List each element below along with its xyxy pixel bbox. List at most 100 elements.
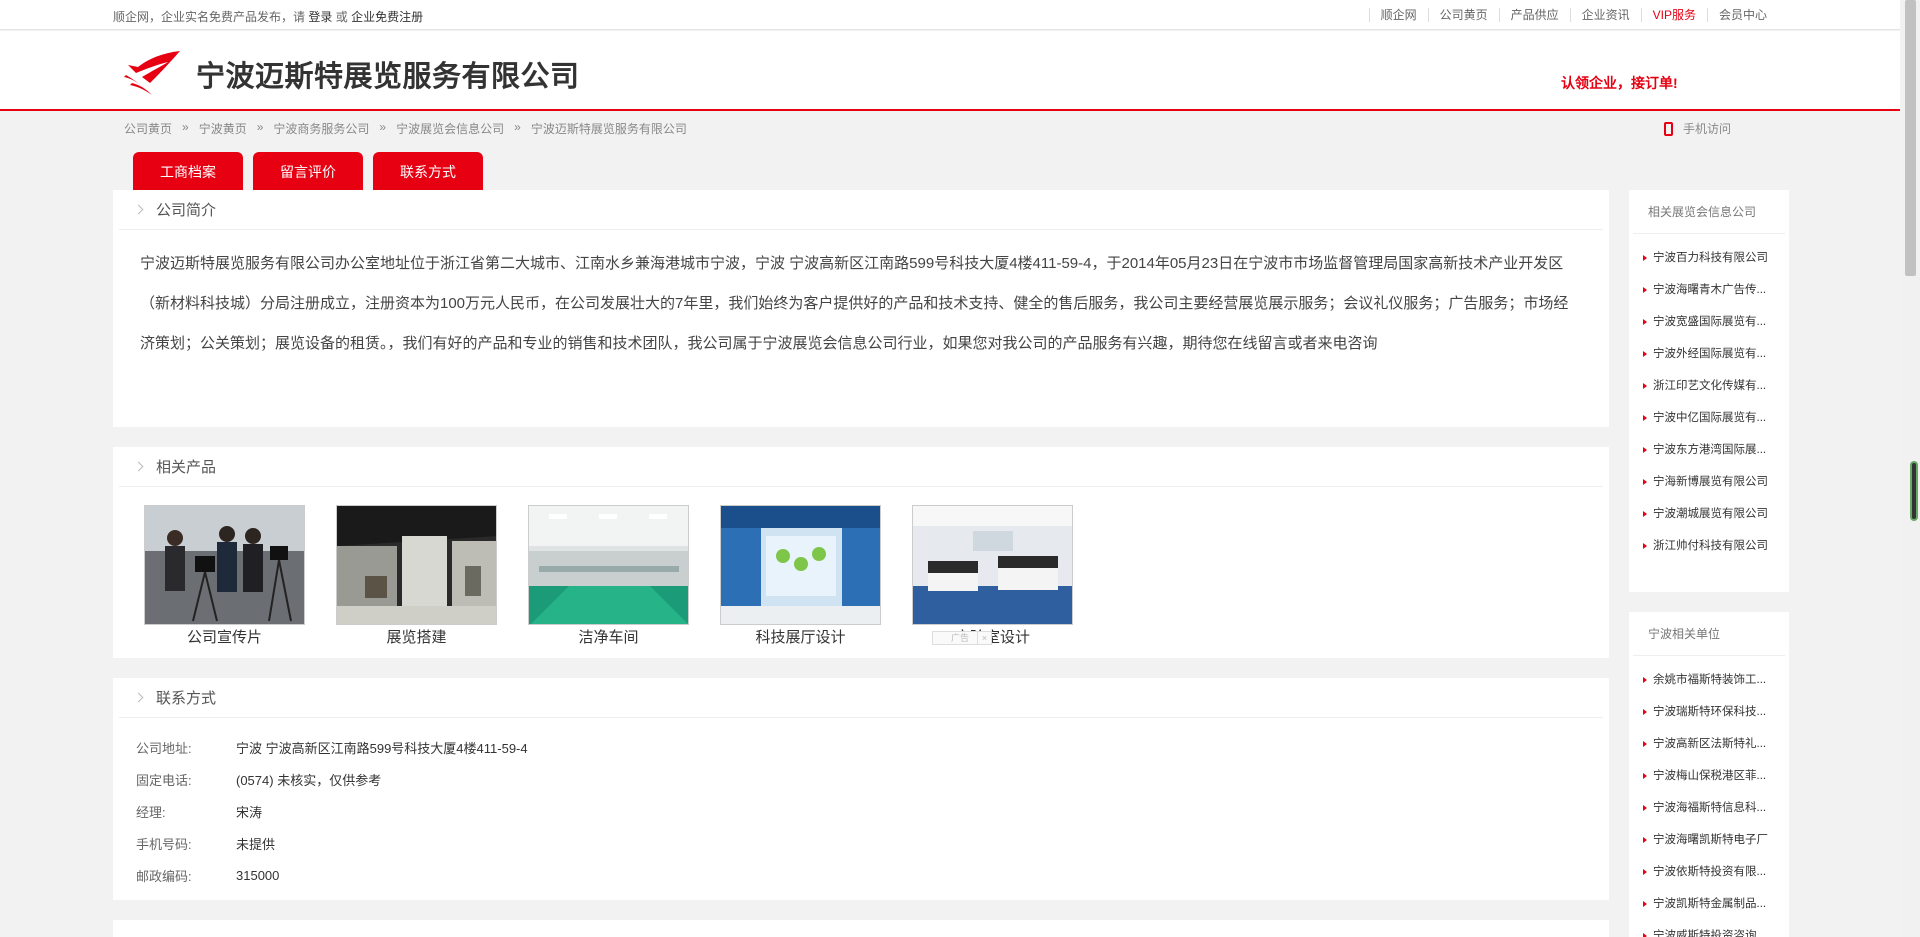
chevron-right-icon bbox=[133, 204, 144, 215]
mobile-access-link[interactable]: 手机访问 bbox=[1664, 120, 1731, 137]
product-caption[interactable]: 公司宣传片 bbox=[144, 626, 305, 647]
breadcrumb-item[interactable]: 宁波黄页 bbox=[199, 120, 247, 137]
breadcrumb-separator: » bbox=[514, 120, 521, 134]
laboratory-photo-icon[interactable] bbox=[912, 505, 1073, 625]
intro-panel: 公司简介 宁波迈斯特展览服务有限公司办公室地址位于浙江省第二大城市、江南水乡兼海… bbox=[113, 190, 1609, 427]
register-link[interactable]: 企业免费注册 bbox=[351, 10, 423, 24]
contact-info: 公司地址: 宁波 宁波高新区江南路599号科技大厦4楼411-59-4 固定电话… bbox=[113, 718, 1609, 891]
product-caption[interactable]: 科技展厅设计 bbox=[720, 626, 881, 647]
sidebar-unit-link[interactable]: 宁波梅山保税港区菲... bbox=[1629, 760, 1789, 792]
top-notice: 顺企网，企业实名免费产品发布，请 登录 或 企业免费注册 bbox=[113, 8, 423, 25]
product-caption[interactable]: 展览搭建 bbox=[336, 626, 497, 647]
sidebar-company-link[interactable]: 宁波潮城展览有限公司 bbox=[1629, 498, 1789, 530]
sidebar-company-link[interactable]: 浙江印艺文化传媒有... bbox=[1629, 370, 1789, 402]
sidebar-company-link[interactable]: 宁波百力科技有限公司 bbox=[1629, 242, 1789, 274]
claim-company-link[interactable]: 认领企业，接订单! bbox=[1561, 73, 1678, 93]
sidebar-company-link[interactable]: 宁波中亿国际展览有... bbox=[1629, 402, 1789, 434]
chevron-right-icon bbox=[133, 692, 144, 703]
sidebar-unit-link[interactable]: 宁波海曙凯斯特电子厂 bbox=[1629, 824, 1789, 856]
manager-value: 宋涛 bbox=[236, 804, 263, 820]
or-text: 或 bbox=[335, 10, 348, 24]
product-item[interactable]: 洁净车间 bbox=[528, 505, 689, 647]
breadcrumb-separator: » bbox=[182, 120, 189, 134]
scrollbar-thumb[interactable] bbox=[1905, 0, 1916, 276]
film-crew-photo-icon[interactable] bbox=[144, 505, 305, 625]
sidebar-related-companies: 相关展览会信息公司 宁波百力科技有限公司 宁波海曙青木广告传... 宁波宽盛国际… bbox=[1629, 190, 1789, 592]
chevron-right-icon bbox=[133, 461, 144, 472]
site-header: 宁波迈斯特展览服务有限公司 认领企业，接订单! bbox=[0, 31, 1900, 111]
sidebar-units-list: 余姚市福斯特装饰工... 宁波瑞斯特环保科技... 宁波高新区法斯特礼... 宁… bbox=[1629, 656, 1789, 937]
breadcrumb: 公司黄页 » 宁波黄页 » 宁波商务服务公司 » 宁波展览会信息公司 » 宁波迈… bbox=[124, 120, 687, 137]
breadcrumb-item[interactable]: 公司黄页 bbox=[124, 120, 172, 137]
sidebar-unit-link[interactable]: 宁波依斯特投资有限... bbox=[1629, 856, 1789, 888]
sidebar-unit-link[interactable]: 宁波威斯特投资咨询... bbox=[1629, 920, 1789, 937]
bird-logo-icon[interactable] bbox=[122, 47, 182, 97]
sidebar-unit-link[interactable]: 宁波瑞斯特环保科技... bbox=[1629, 696, 1789, 728]
product-item[interactable]: 公司宣传片 bbox=[144, 505, 305, 647]
product-item[interactable]: 实验室设计 bbox=[912, 505, 1073, 647]
sidebar-unit-link[interactable]: 宁波海福斯特信息科... bbox=[1629, 792, 1789, 824]
tech-hall-photo-icon[interactable] bbox=[720, 505, 881, 625]
sidebar-company-link[interactable]: 宁波外经国际展览有... bbox=[1629, 338, 1789, 370]
top-link-news[interactable]: 企业资讯 bbox=[1569, 8, 1641, 22]
products-panel: 相关产品 公司宣传片 展览搭建 洁净车间 科技展厅设计 实验室设计 bbox=[113, 447, 1609, 658]
contact-row: 手机号码: 未提供 bbox=[136, 827, 1609, 859]
breadcrumb-item[interactable]: 宁波展览会信息公司 bbox=[396, 120, 504, 137]
phone-value: (0574) 未核实，仅供参考 bbox=[236, 772, 382, 788]
sidebar-related-list: 宁波百力科技有限公司 宁波海曙青木广告传... 宁波宽盛国际展览有... 宁波外… bbox=[1629, 234, 1789, 562]
sidebar-unit-link[interactable]: 余姚市福斯特装饰工... bbox=[1629, 664, 1789, 696]
top-nav: 顺企网 公司黄页 产品供应 企业资讯 VIP服务 会员中心 bbox=[1368, 8, 1778, 22]
sidebar-unit-link[interactable]: 宁波高新区法斯特礼... bbox=[1629, 728, 1789, 760]
intro-header: 公司简介 bbox=[119, 190, 1603, 230]
company-title: 宁波迈斯特展览服务有限公司 bbox=[196, 61, 580, 93]
sidebar-unit-link[interactable]: 宁波凯斯特金属制品... bbox=[1629, 888, 1789, 920]
postcode-value: 315000 bbox=[236, 867, 280, 883]
address-label: 公司地址: bbox=[136, 740, 192, 756]
mobile-value: 未提供 bbox=[236, 836, 276, 852]
tab-bar: 工商档案 留言评价 联系方式 bbox=[133, 152, 493, 190]
top-link-home[interactable]: 顺企网 bbox=[1368, 8, 1428, 22]
breadcrumb-item[interactable]: 宁波商务服务公司 bbox=[273, 120, 369, 137]
sidebar-company-link[interactable]: 宁波海曙青木广告传... bbox=[1629, 274, 1789, 306]
top-bar: 顺企网，企业实名免费产品发布，请 登录 或 企业免费注册 顺企网 公司黄页 产品… bbox=[0, 0, 1900, 30]
exhibition-hall-photo-icon[interactable] bbox=[336, 505, 497, 625]
sidebar-units-title: 宁波相关单位 bbox=[1633, 612, 1785, 656]
product-list: 公司宣传片 展览搭建 洁净车间 科技展厅设计 实验室设计 bbox=[113, 487, 1609, 647]
mobile-label: 手机号码: bbox=[136, 836, 192, 852]
sidebar-company-link[interactable]: 宁波宽盛国际展览有... bbox=[1629, 306, 1789, 338]
postcode-label: 邮政编码: bbox=[136, 868, 192, 884]
products-header: 相关产品 bbox=[119, 447, 1603, 487]
breadcrumb-separator: » bbox=[379, 120, 387, 134]
tab-contact[interactable]: 联系方式 bbox=[373, 152, 483, 190]
sidebar-company-link[interactable]: 宁海新博展览有限公司 bbox=[1629, 466, 1789, 498]
address-value: 宁波 宁波高新区江南路599号科技大厦4楼411-59-4 bbox=[236, 740, 528, 756]
intro-title: 公司简介 bbox=[156, 202, 217, 219]
breadcrumb-current: 宁波迈斯特展览服务有限公司 bbox=[530, 122, 687, 136]
contact-panel: 联系方式 公司地址: 宁波 宁波高新区江南路599号科技大厦4楼411-59-4… bbox=[113, 678, 1609, 900]
breadcrumb-separator: » bbox=[256, 120, 264, 134]
sidebar-company-link[interactable]: 浙江帅付科技有限公司 bbox=[1629, 530, 1789, 562]
product-item[interactable]: 科技展厅设计 bbox=[720, 505, 881, 647]
sidebar-related-title: 相关展览会信息公司 bbox=[1633, 190, 1785, 234]
contact-row: 固定电话: (0574) 未核实，仅供参考 bbox=[136, 763, 1609, 795]
contact-row: 公司地址: 宁波 宁波高新区江南路599号科技大厦4楼411-59-4 bbox=[136, 731, 1609, 763]
top-link-products[interactable]: 产品供应 bbox=[1498, 8, 1570, 22]
top-link-vip[interactable]: VIP服务 bbox=[1640, 8, 1707, 22]
top-link-member[interactable]: 会员中心 bbox=[1706, 8, 1778, 22]
tab-reviews[interactable]: 留言评价 bbox=[253, 152, 363, 190]
phone-icon bbox=[1664, 121, 1673, 136]
product-item[interactable]: 展览搭建 bbox=[336, 505, 497, 647]
top-link-yellowpages[interactable]: 公司黄页 bbox=[1427, 8, 1499, 22]
close-icon[interactable]: × bbox=[977, 632, 991, 644]
products-title: 相关产品 bbox=[156, 459, 217, 476]
login-link[interactable]: 登录 bbox=[308, 10, 332, 24]
tab-business-record[interactable]: 工商档案 bbox=[133, 152, 243, 190]
product-caption[interactable]: 洁净车间 bbox=[528, 626, 689, 647]
clean-room-photo-icon[interactable] bbox=[528, 505, 689, 625]
contact-title: 联系方式 bbox=[156, 690, 217, 707]
notice-text: 顺企网，企业实名免费产品发布，请 bbox=[113, 10, 306, 24]
sidebar-company-link[interactable]: 宁波东方港湾国际展... bbox=[1629, 434, 1789, 466]
floating-side-handle[interactable] bbox=[1910, 461, 1918, 521]
ad-badge[interactable]: 广告 × bbox=[932, 631, 992, 645]
next-panel bbox=[113, 920, 1609, 937]
